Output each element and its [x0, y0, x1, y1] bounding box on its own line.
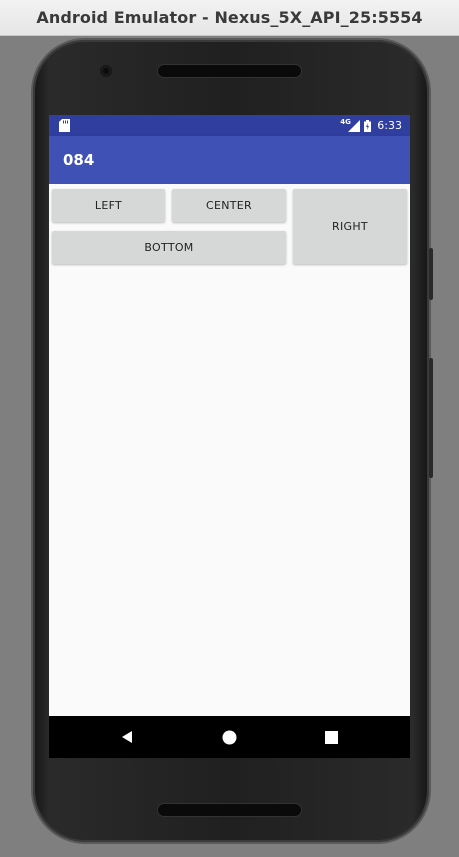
- recents-icon: [324, 730, 338, 744]
- back-icon: [122, 731, 132, 743]
- sd-card-icon: [59, 119, 70, 132]
- bottom-button[interactable]: BOTTOM: [52, 231, 286, 264]
- main-content: LEFT CENTER RIGHT BOTTOM: [49, 184, 410, 716]
- nav-back-button[interactable]: [97, 716, 157, 758]
- app-title: 084: [63, 151, 95, 169]
- bottom-speaker: [158, 804, 301, 816]
- nav-home-button[interactable]: [199, 716, 259, 758]
- status-clock: 6:33: [377, 119, 402, 132]
- device-screen: 4G 6:33 084 LEFT CENTER RIGHT BOTTOM: [49, 115, 410, 758]
- emulator-window: Android Emulator - Nexus_5X_API_25:5554 …: [0, 0, 459, 857]
- battery-icon: [364, 119, 372, 132]
- center-button[interactable]: CENTER: [172, 189, 286, 222]
- left-button[interactable]: LEFT: [52, 189, 165, 222]
- signal-icon: 4G: [340, 118, 361, 132]
- navigation-bar: [49, 716, 410, 758]
- status-icons: 4G 6:33: [340, 115, 402, 136]
- window-titlebar[interactable]: Android Emulator - Nexus_5X_API_25:5554: [0, 0, 459, 36]
- status-bar: 4G 6:33: [49, 115, 410, 136]
- power-button[interactable]: [429, 248, 433, 300]
- top-speaker: [158, 65, 301, 77]
- app-bar: 084: [49, 136, 410, 184]
- home-icon: [222, 730, 236, 744]
- network-type-label: 4G: [340, 118, 351, 126]
- volume-button[interactable]: [429, 358, 433, 478]
- window-title: Android Emulator - Nexus_5X_API_25:5554: [36, 8, 423, 27]
- nav-recents-button[interactable]: [301, 716, 361, 758]
- front-camera: [100, 65, 112, 77]
- right-button[interactable]: RIGHT: [293, 189, 407, 264]
